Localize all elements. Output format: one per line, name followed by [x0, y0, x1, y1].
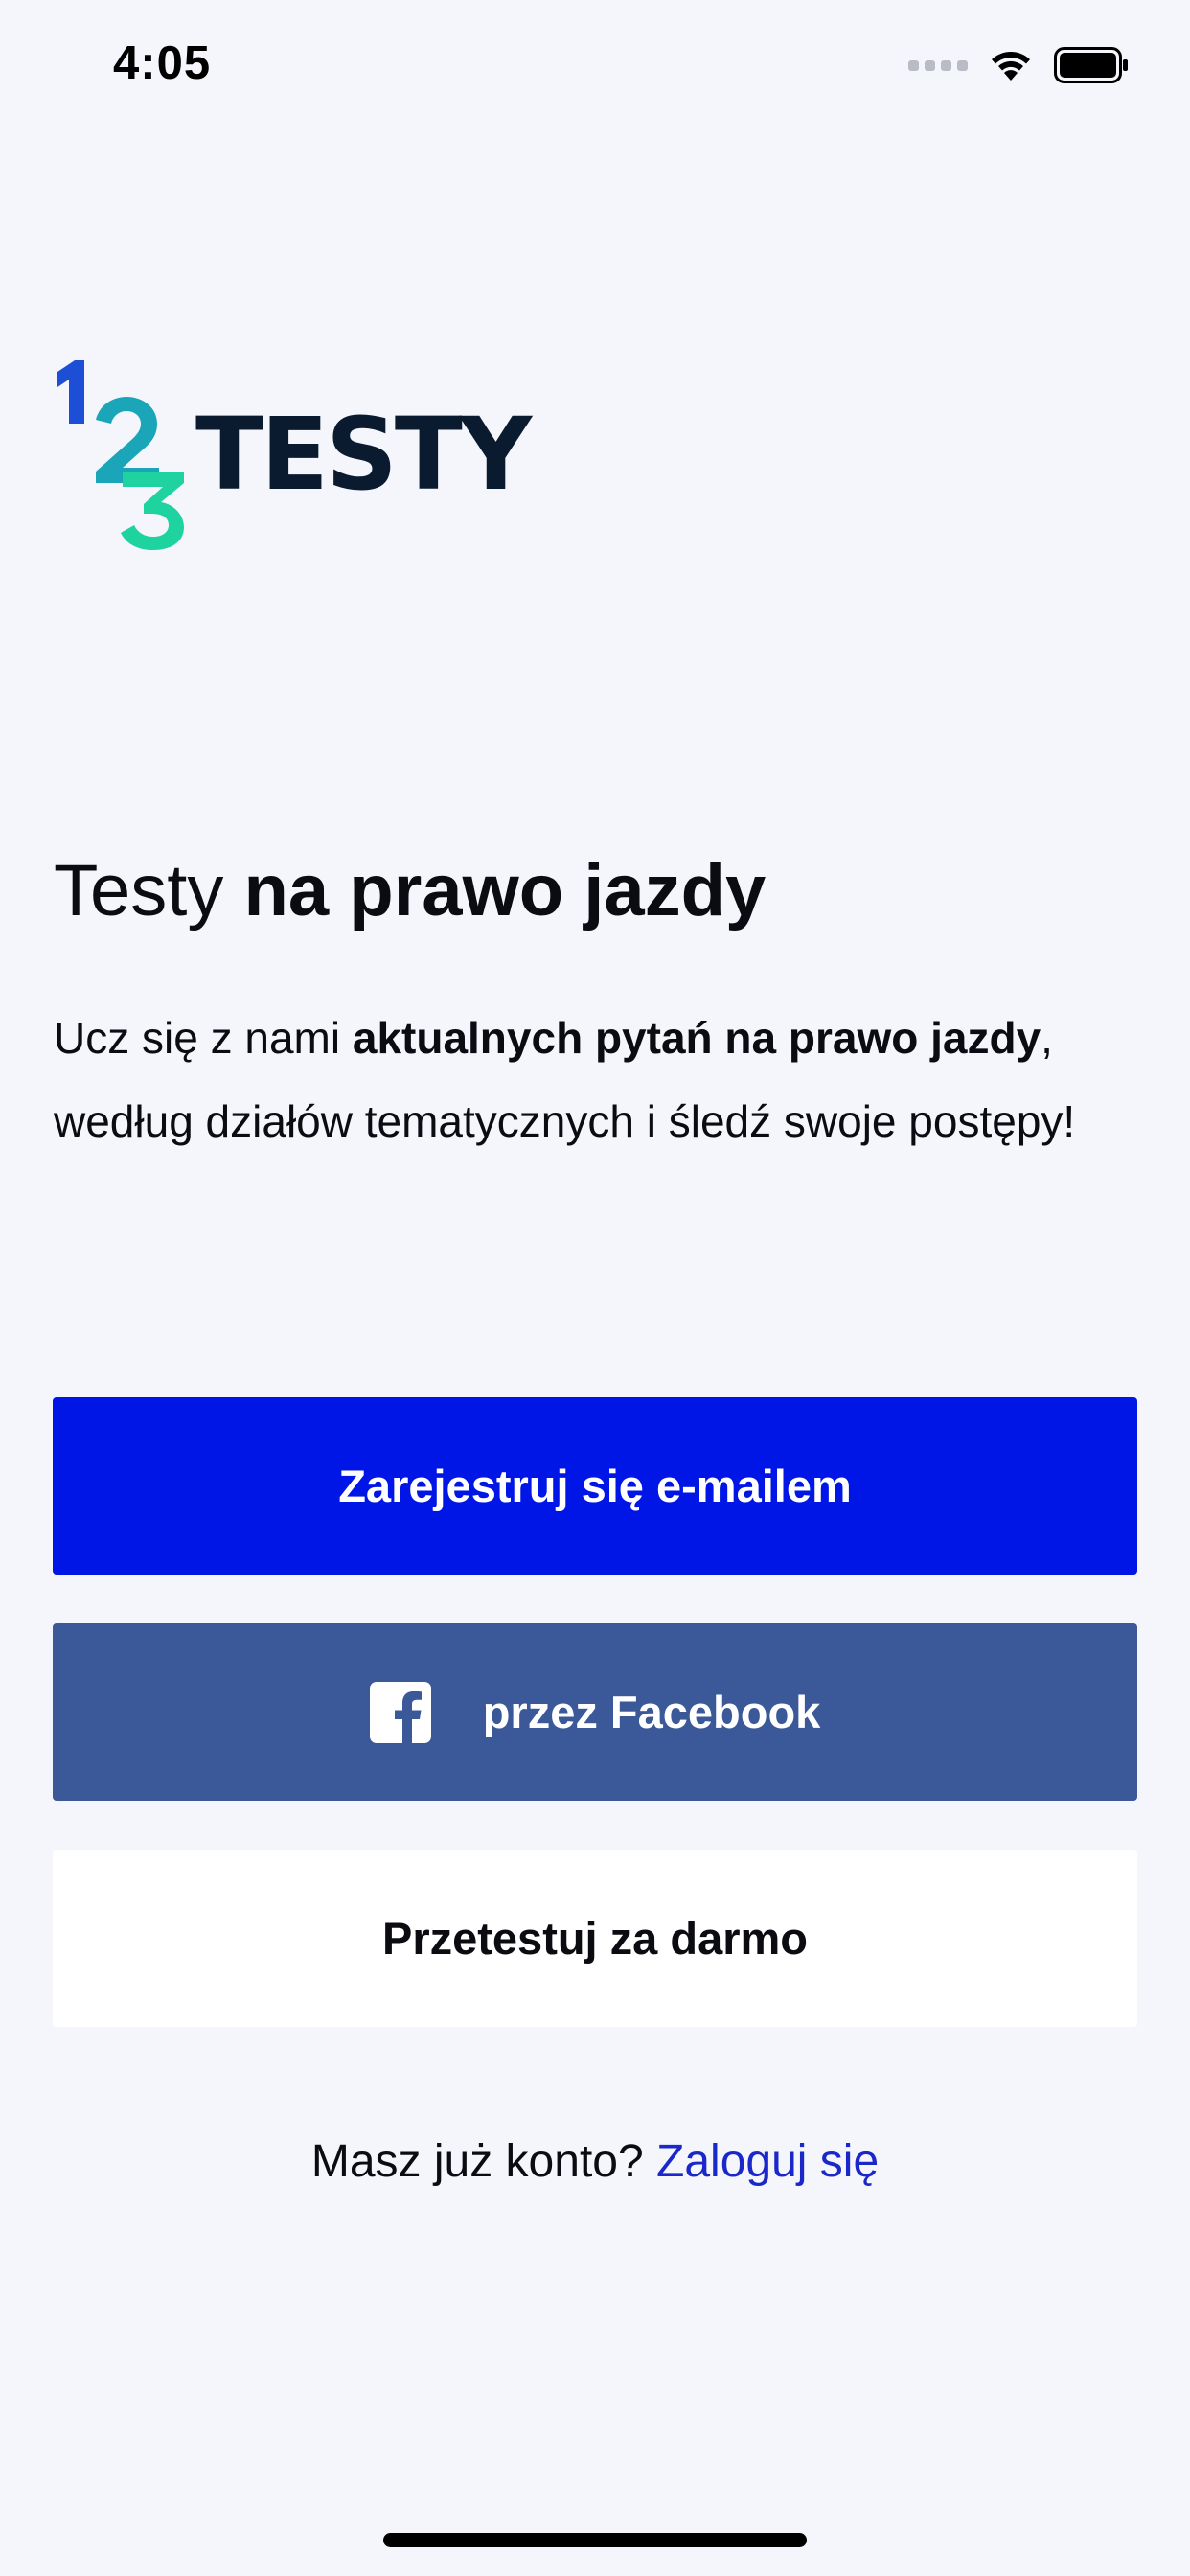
title-light: Testy [54, 850, 244, 932]
login-link[interactable]: Zaloguj się [656, 2136, 879, 2187]
facebook-icon [369, 1681, 431, 1743]
battery-icon [1054, 47, 1128, 83]
wifi-icon [992, 52, 1030, 80]
status-time: 4:05 [113, 37, 212, 89]
login-prompt: Masz już konto? Zaloguj się [0, 2135, 1190, 2188]
home-indicator[interactable] [383, 2533, 807, 2547]
intro-text: Ucz się z nami aktualnych pytań na prawo… [54, 997, 1146, 1163]
register-email-label: Zarejestruj się e-mailem [338, 1460, 852, 1511]
facebook-login-label: przez Facebook [482, 1687, 821, 1737]
free-trial-label: Przetestuj za darmo [381, 1913, 809, 1964]
logo-digits-icon [57, 360, 184, 550]
status-icons [908, 44, 1131, 86]
intro-highlight: aktualnych pytań na prawo jazdy [352, 1013, 1041, 1063]
title-bold: na prawo jazdy [243, 850, 767, 932]
logo-wordmark: TESTY [195, 396, 532, 513]
signal-icon [908, 59, 968, 71]
facebook-login-button[interactable]: przez Facebook [53, 1623, 1137, 1801]
page-title: Testy na prawo jazdy [54, 848, 1146, 934]
login-question: Masz już konto? [310, 2136, 657, 2187]
status-bar: 4:05 [0, 0, 1190, 130]
free-trial-button[interactable]: Przetestuj za darmo [53, 1850, 1137, 2027]
register-email-button[interactable]: Zarejestruj się e-mailem [53, 1397, 1137, 1575]
app-logo: TESTY [52, 355, 532, 551]
intro-start: Ucz się z nami [54, 1013, 353, 1063]
